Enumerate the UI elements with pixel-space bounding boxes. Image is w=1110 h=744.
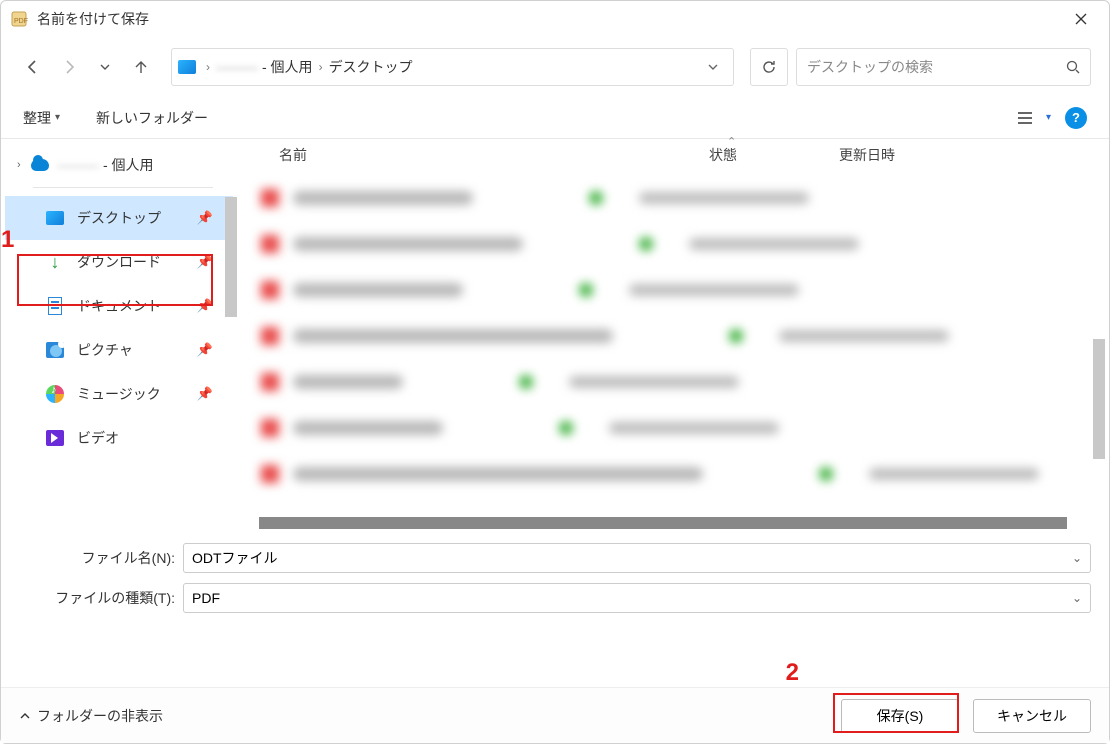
bottom-bar: フォルダーの非表示 保存(S) キャンセル xyxy=(1,687,1109,743)
annotation-1: 1 xyxy=(1,226,14,254)
file-row[interactable] xyxy=(261,359,1089,405)
chevron-down-icon[interactable]: ⌄ xyxy=(1072,551,1082,565)
video-icon xyxy=(45,429,65,447)
sidebar-label: ミュージック xyxy=(77,384,161,404)
expand-icon[interactable]: › xyxy=(17,159,31,171)
col-name[interactable]: 名前 xyxy=(279,145,709,165)
onedrive-icon xyxy=(31,159,49,171)
save-button[interactable]: 保存(S) xyxy=(841,699,959,733)
file-rows xyxy=(237,171,1109,497)
breadcrumb-personal[interactable]: - 個人用 xyxy=(260,57,315,77)
toolbar: 整理▾ 新しいフォルダー ▾ ? xyxy=(1,97,1109,139)
filename-value: ODTファイル xyxy=(192,548,1072,568)
pin-icon[interactable]: 📌 xyxy=(197,254,213,270)
filetype-select[interactable]: PDF ⌄ xyxy=(183,583,1091,613)
tree-onedrive[interactable]: › ——— - 個人用 xyxy=(5,147,233,183)
search-input[interactable] xyxy=(807,59,1066,75)
horizontal-scrollbar[interactable] xyxy=(259,517,1067,529)
app-icon: PDF xyxy=(9,9,29,29)
tree-redacted: ——— xyxy=(57,157,99,173)
file-row[interactable] xyxy=(261,267,1089,313)
footer: ファイル名(N): ODTファイル ⌄ ファイルの種類(T): PDF ⌄ xyxy=(1,529,1109,613)
sidebar-item-desktop[interactable]: デスクトップ 📌 xyxy=(5,196,233,240)
nav-tree: › ——— - 個人用 デスクトップ 📌 ↓ ダウンロード 📌 ドキュメント 📌… xyxy=(1,139,237,529)
file-list: ⌃ 名前 状態 更新日時 xyxy=(237,139,1109,529)
chevron-up-icon xyxy=(19,710,31,722)
sort-indicator-icon[interactable]: ⌃ xyxy=(727,135,736,148)
file-row[interactable] xyxy=(261,175,1089,221)
col-date[interactable]: 更新日時 xyxy=(839,145,1109,165)
breadcrumb-leaf[interactable]: デスクトップ xyxy=(327,57,415,77)
breadcrumb-dropdown[interactable] xyxy=(699,61,727,73)
breadcrumb-redacted[interactable]: ——— xyxy=(214,59,260,75)
tree-scrollbar[interactable] xyxy=(225,197,237,317)
hide-folders-toggle[interactable]: フォルダーの非表示 xyxy=(19,706,163,726)
vertical-scrollbar[interactable] xyxy=(1093,339,1105,459)
chevron-down-icon[interactable]: ⌄ xyxy=(1072,591,1082,605)
breadcrumb[interactable]: › ——— - 個人用 › デスクトップ xyxy=(171,48,734,86)
pin-icon[interactable]: 📌 xyxy=(197,210,213,226)
refresh-button[interactable] xyxy=(750,48,788,86)
sidebar-label: ピクチャ xyxy=(77,340,133,360)
filetype-value: PDF xyxy=(192,590,1072,606)
chevron-right-icon: › xyxy=(202,60,214,74)
organize-menu[interactable]: 整理▾ xyxy=(23,108,60,128)
forward-button[interactable] xyxy=(55,53,83,81)
sidebar-item-downloads[interactable]: ↓ ダウンロード 📌 xyxy=(5,240,233,284)
sidebar-label: ダウンロード xyxy=(77,252,161,272)
sidebar-item-videos[interactable]: ビデオ xyxy=(5,416,233,460)
sidebar-item-documents[interactable]: ドキュメント 📌 xyxy=(5,284,233,328)
content-area: › ——— - 個人用 デスクトップ 📌 ↓ ダウンロード 📌 ドキュメント 📌… xyxy=(1,139,1109,529)
chevron-right-icon: › xyxy=(315,60,327,74)
column-headers: 名前 状態 更新日時 xyxy=(237,139,1109,171)
file-row[interactable] xyxy=(261,313,1089,359)
cancel-button[interactable]: キャンセル xyxy=(973,699,1091,733)
help-button[interactable]: ? xyxy=(1065,107,1087,129)
up-button[interactable] xyxy=(127,53,155,81)
file-row[interactable] xyxy=(261,451,1089,497)
sidebar-item-music[interactable]: ミュージック 📌 xyxy=(5,372,233,416)
sidebar-label: デスクトップ xyxy=(77,208,161,228)
recent-dropdown[interactable] xyxy=(91,53,119,81)
annotation-2: 2 xyxy=(786,659,799,687)
document-icon xyxy=(45,297,65,315)
view-menu[interactable] xyxy=(1016,106,1040,130)
new-folder-button[interactable]: 新しいフォルダー xyxy=(96,108,208,128)
view-dropdown[interactable]: ▾ xyxy=(1046,112,1051,123)
filename-label: ファイル名(N): xyxy=(19,548,183,568)
search-icon[interactable] xyxy=(1066,60,1080,74)
folder-icon xyxy=(178,60,196,74)
title-bar: PDF 名前を付けて保存 xyxy=(1,1,1109,37)
sidebar-item-pictures[interactable]: ピクチャ 📌 xyxy=(5,328,233,372)
divider xyxy=(33,187,213,188)
music-icon xyxy=(45,385,65,403)
window-title: 名前を付けて保存 xyxy=(37,9,1061,29)
close-button[interactable] xyxy=(1061,1,1101,37)
pin-icon[interactable]: 📌 xyxy=(197,298,213,314)
picture-icon xyxy=(45,341,65,359)
filetype-label: ファイルの種類(T): xyxy=(19,588,183,608)
tree-onedrive-label: - 個人用 xyxy=(103,155,154,175)
desktop-icon xyxy=(45,209,65,227)
svg-text:PDF: PDF xyxy=(14,18,28,25)
file-row[interactable] xyxy=(261,405,1089,451)
nav-bar: › ——— - 個人用 › デスクトップ xyxy=(1,37,1109,97)
col-state[interactable]: 状態 xyxy=(709,145,839,165)
search-box[interactable] xyxy=(796,48,1091,86)
sidebar-label: ビデオ xyxy=(77,428,119,448)
back-button[interactable] xyxy=(19,53,47,81)
download-icon: ↓ xyxy=(45,253,65,271)
pin-icon[interactable]: 📌 xyxy=(197,386,213,402)
sidebar-label: ドキュメント xyxy=(77,296,161,316)
pin-icon[interactable]: 📌 xyxy=(197,342,213,358)
file-row[interactable] xyxy=(261,221,1089,267)
filename-input[interactable]: ODTファイル ⌄ xyxy=(183,543,1091,573)
